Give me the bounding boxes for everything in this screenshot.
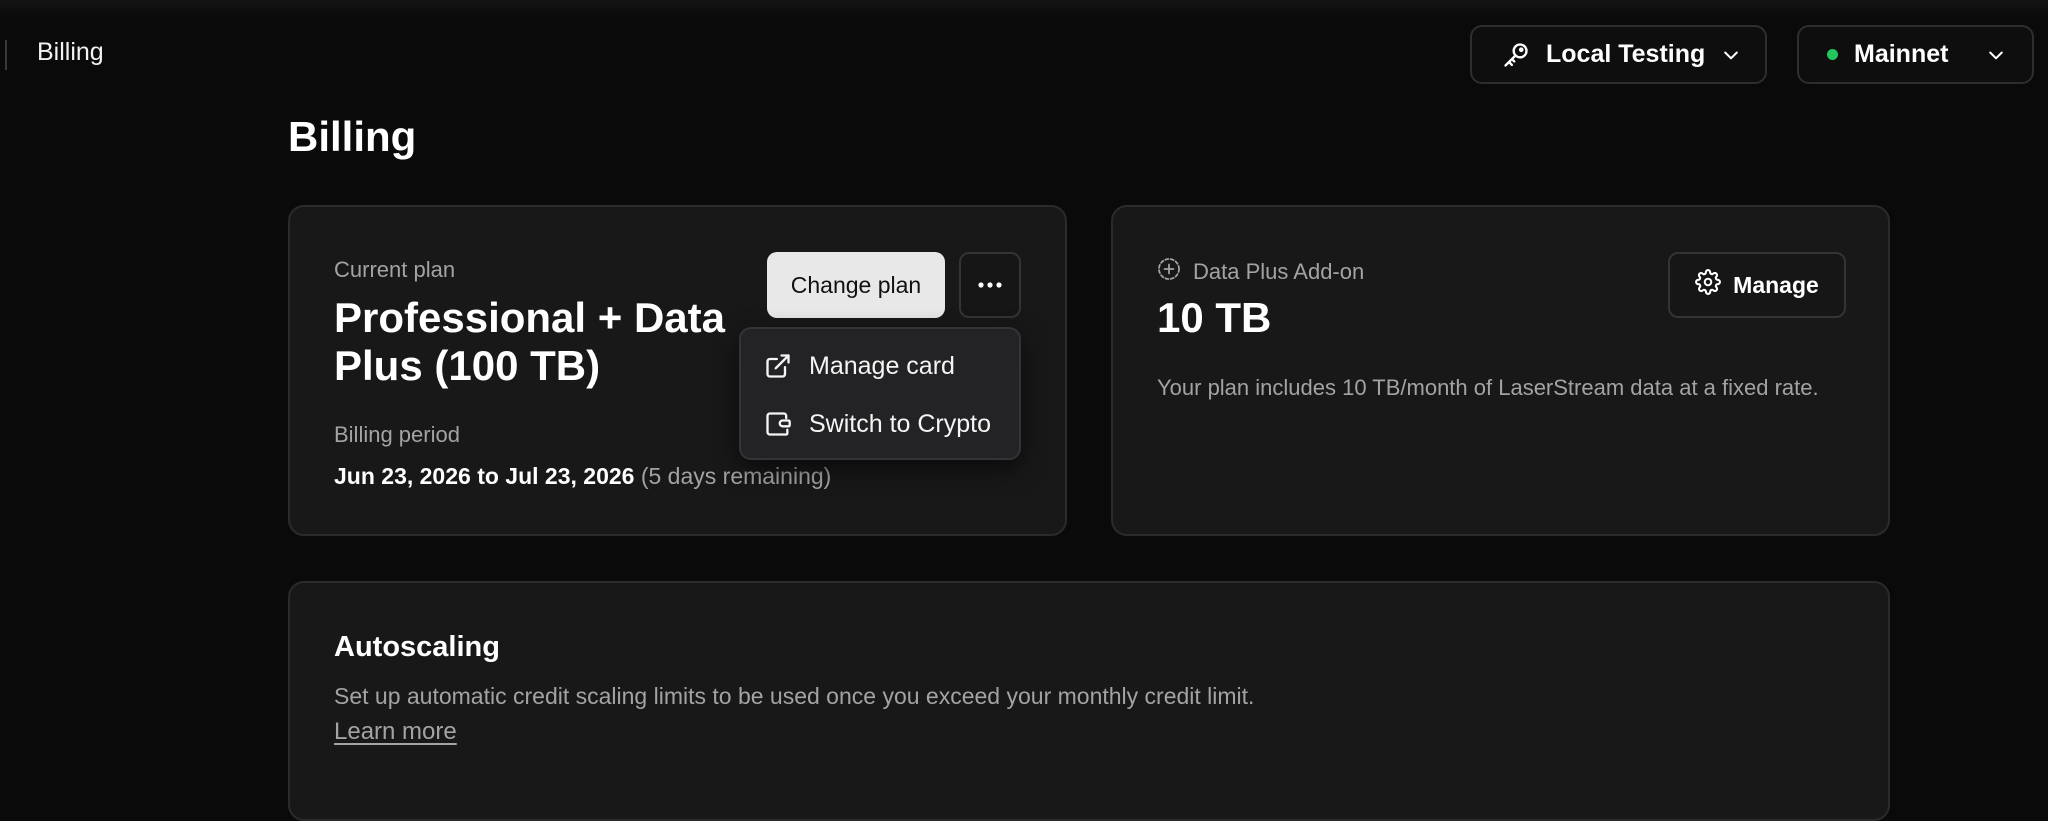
billing-period-dates: Jun 23, 2026 to Jul 23, 2026 bbox=[334, 463, 635, 489]
more-options-button[interactable] bbox=[959, 252, 1021, 318]
learn-more-link[interactable]: Learn more bbox=[334, 718, 457, 746]
external-link-icon bbox=[763, 352, 793, 380]
menu-item-switch-to-crypto[interactable]: Switch to Crypto bbox=[763, 404, 991, 444]
breadcrumb-current: Billing bbox=[37, 38, 104, 66]
network-selector[interactable]: Mainnet bbox=[1797, 25, 2034, 84]
addon-size: 10 TB bbox=[1157, 294, 1272, 341]
manage-label: Manage bbox=[1733, 271, 1819, 298]
ellipsis-icon bbox=[977, 276, 1003, 294]
api-key-label: Local Testing bbox=[1546, 40, 1706, 68]
current-plan-label: Current plan bbox=[334, 257, 456, 282]
network-label: Mainnet bbox=[1854, 40, 1949, 68]
billing-period: Jun 23, 2026 to Jul 23, 2026 (5 days rem… bbox=[334, 463, 831, 490]
chevron-down-icon bbox=[1986, 45, 2006, 65]
plan-name: Professional + Data Plus (100 TB) bbox=[334, 294, 725, 389]
plus-circle-icon bbox=[1157, 257, 1181, 287]
gear-icon bbox=[1695, 269, 1722, 301]
billing-period-label: Billing period bbox=[334, 422, 460, 447]
autoscaling-description: Set up automatic credit scaling limits t… bbox=[334, 683, 1255, 709]
menu-item-manage-card[interactable]: Manage card bbox=[763, 346, 955, 386]
days-remaining: (5 days remaining) bbox=[640, 463, 832, 489]
change-plan-button[interactable]: Change plan bbox=[767, 252, 945, 318]
data-plus-addon-card: Data Plus Add-on 10 TB Your plan include… bbox=[1111, 205, 1890, 536]
addon-description: Your plan includes 10 TB/month of LaserS… bbox=[1157, 375, 1819, 400]
breadcrumb-divider bbox=[5, 40, 7, 70]
page-title: Billing bbox=[288, 113, 417, 160]
top-bar: Billing Local Testing Mainnet bbox=[0, 0, 2048, 110]
menu-item-label: Manage card bbox=[809, 351, 955, 380]
manage-addon-button[interactable]: Manage bbox=[1668, 252, 1846, 318]
addon-label-row: Data Plus Add-on bbox=[1157, 257, 1364, 287]
autoscaling-title: Autoscaling bbox=[334, 631, 500, 663]
key-icon bbox=[1502, 41, 1530, 69]
chevron-down-icon bbox=[1721, 45, 1741, 65]
autoscaling-card: Autoscaling Set up automatic credit scal… bbox=[288, 581, 1890, 821]
addon-label: Data Plus Add-on bbox=[1193, 259, 1365, 284]
menu-item-label: Switch to Crypto bbox=[809, 409, 992, 438]
api-key-selector[interactable]: Local Testing bbox=[1470, 25, 1767, 84]
wallet-icon bbox=[763, 410, 793, 438]
network-status-dot bbox=[1827, 49, 1838, 60]
plan-options-menu: Manage card Switch to Crypto bbox=[739, 327, 1021, 460]
